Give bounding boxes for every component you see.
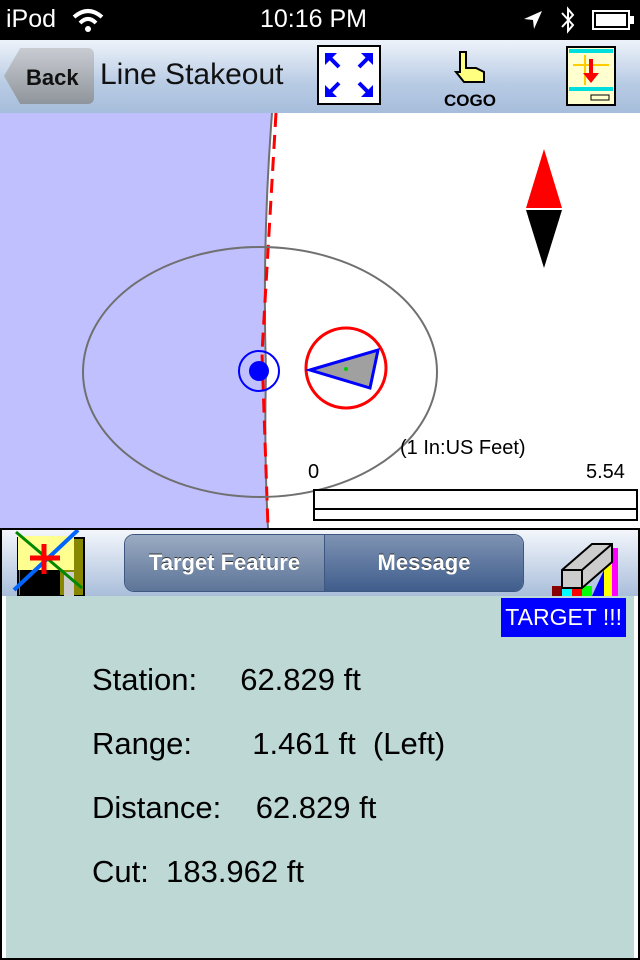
wifi-icon: [72, 9, 104, 32]
distance-label: Distance:: [92, 790, 222, 825]
clock: 10:16 PM: [260, 5, 368, 33]
cut-value: 183.962 ft: [166, 854, 304, 889]
zoom-extents-icon[interactable]: [317, 45, 381, 105]
scale-caption: (1 In:US Feet): [400, 437, 526, 459]
station-marker: [249, 361, 269, 381]
map-view[interactable]: (1 In:US Feet) 0 5.54: [0, 113, 640, 528]
range-value: 1.461 ft (Left): [252, 726, 446, 761]
station-value: 62.829 ft: [240, 662, 361, 697]
info-panel: Target Feature Message TARGET !!! Statio…: [0, 528, 640, 960]
distance-value: 62.829 ft: [255, 790, 377, 825]
carrier: iPod: [6, 5, 57, 33]
offside-region: [0, 113, 272, 528]
eraser-icon[interactable]: [552, 540, 628, 596]
pointing-hand-icon: [453, 51, 485, 83]
bluetooth-icon: [561, 6, 575, 34]
range-row: Range: 1.461 ft (Left): [92, 726, 445, 762]
position-dot: [344, 367, 348, 371]
battery-icon: [592, 10, 634, 30]
panel-toolbar: Target Feature Message: [2, 530, 638, 596]
scale-start: 0: [308, 461, 319, 483]
page-title: Line Stakeout: [100, 58, 284, 91]
segmented-control: Target Feature Message: [124, 534, 524, 592]
north-arrow-icon: [526, 149, 562, 268]
stakeout-info: TARGET !!! Station: 62.829 ft Range: 1.4…: [6, 596, 634, 958]
cogo-label: COGO: [444, 91, 496, 110]
distance-row: Distance: 62.829 ft: [92, 790, 376, 826]
target-badge: TARGET !!!: [501, 598, 626, 637]
save-point-icon[interactable]: [12, 530, 92, 596]
navigation-bar: Back Line Stakeout COGO: [0, 40, 640, 113]
cogo-button[interactable]: COGO: [438, 48, 502, 110]
scale-end: 5.54: [586, 461, 625, 483]
back-button[interactable]: Back: [4, 48, 94, 104]
station-label: Station:: [92, 662, 198, 697]
station-row: Station: 62.829 ft: [92, 662, 361, 698]
map-canvas[interactable]: (1 In:US Feet) 0 5.54: [0, 113, 640, 528]
status-bar: iPod 10:16 PM: [0, 0, 640, 40]
map-download-icon[interactable]: [565, 45, 617, 107]
cut-label: Cut:: [92, 854, 149, 889]
tab-target-feature[interactable]: Target Feature: [125, 535, 325, 591]
cut-row: Cut: 183.962 ft: [92, 854, 304, 890]
tab-message[interactable]: Message: [325, 535, 523, 591]
range-label: Range:: [92, 726, 192, 761]
location-icon: [524, 11, 542, 29]
scale-bar: [313, 489, 638, 521]
